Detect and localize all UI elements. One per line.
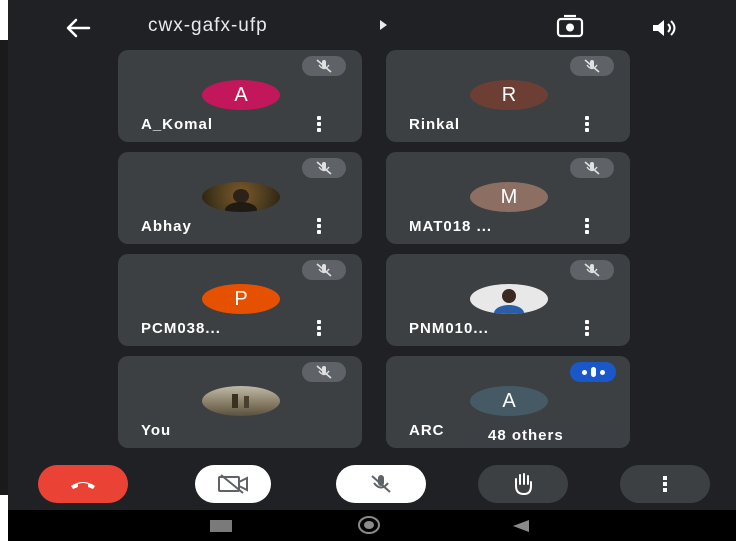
participant-name: PCM038... (141, 320, 221, 337)
speaking-indicator-icon (570, 362, 616, 382)
mic-off-icon (302, 158, 346, 178)
avatar-photo (470, 284, 548, 314)
meet-screen: cwx-gafx-ufp A A_Komal R Rinkal Abhay M … (8, 0, 736, 541)
meeting-code[interactable]: cwx-gafx-ufp (148, 15, 268, 37)
mic-off-icon (570, 158, 614, 178)
participant-name: A_Komal (141, 116, 214, 133)
participant-tile[interactable]: M MAT018 ... (386, 152, 630, 244)
mic-off-icon (570, 56, 614, 76)
more-options-icon[interactable] (584, 218, 590, 234)
avatar: P (202, 284, 280, 314)
others-count-chip[interactable]: 48 others (474, 422, 624, 448)
raise-hand-button[interactable] (478, 465, 568, 503)
more-options-icon[interactable] (316, 320, 322, 336)
avatar: M (470, 182, 548, 212)
participant-name: Rinkal (409, 116, 461, 133)
participant-tile-self[interactable]: You (118, 356, 362, 448)
mic-toggle-button[interactable] (336, 465, 426, 503)
avatar: A (202, 80, 280, 110)
mic-off-icon (302, 260, 346, 280)
more-options-icon[interactable] (316, 116, 322, 132)
participant-name: You (141, 422, 172, 439)
meeting-info-caret-icon[interactable] (380, 20, 387, 30)
recent-apps-icon[interactable] (210, 520, 232, 532)
participant-tile[interactable]: P PCM038... (118, 254, 362, 346)
hang-up-icon (71, 482, 95, 489)
participant-name: MAT018 ... (409, 218, 493, 235)
camera-toggle-button[interactable] (195, 465, 271, 503)
top-bar: cwx-gafx-ufp (8, 0, 736, 52)
participant-tile[interactable]: Abhay (118, 152, 362, 244)
avatar: A (470, 386, 548, 416)
mic-off-icon (302, 56, 346, 76)
avatar-photo (202, 386, 280, 416)
more-options-icon[interactable] (584, 116, 590, 132)
more-options-icon[interactable] (584, 320, 590, 336)
more-vert-icon (663, 476, 667, 492)
system-nav-bar (8, 510, 736, 541)
participant-name: ARC (409, 422, 445, 439)
raise-hand-icon (515, 473, 532, 496)
avatar: R (470, 80, 548, 110)
switch-camera-icon[interactable] (556, 14, 584, 40)
back-arrow-icon[interactable] (62, 12, 94, 44)
participant-name: PNM010... (409, 320, 489, 337)
home-icon[interactable] (358, 516, 380, 534)
back-nav-icon[interactable] (513, 520, 529, 532)
participant-tile[interactable]: A A_Komal (118, 50, 362, 142)
avatar-photo (202, 182, 280, 212)
mic-off-icon (371, 475, 391, 493)
participant-tile[interactable]: PNM010... (386, 254, 630, 346)
more-options-button[interactable] (620, 465, 710, 503)
speaker-icon[interactable] (650, 16, 680, 40)
more-options-icon[interactable] (316, 218, 322, 234)
mic-off-icon (302, 362, 346, 382)
participant-name: Abhay (141, 218, 192, 235)
participant-tile[interactable]: R Rinkal (386, 50, 630, 142)
mic-off-icon (570, 260, 614, 280)
left-edge-strip (0, 40, 8, 495)
end-call-button[interactable] (38, 465, 128, 503)
camera-off-icon (218, 474, 248, 494)
